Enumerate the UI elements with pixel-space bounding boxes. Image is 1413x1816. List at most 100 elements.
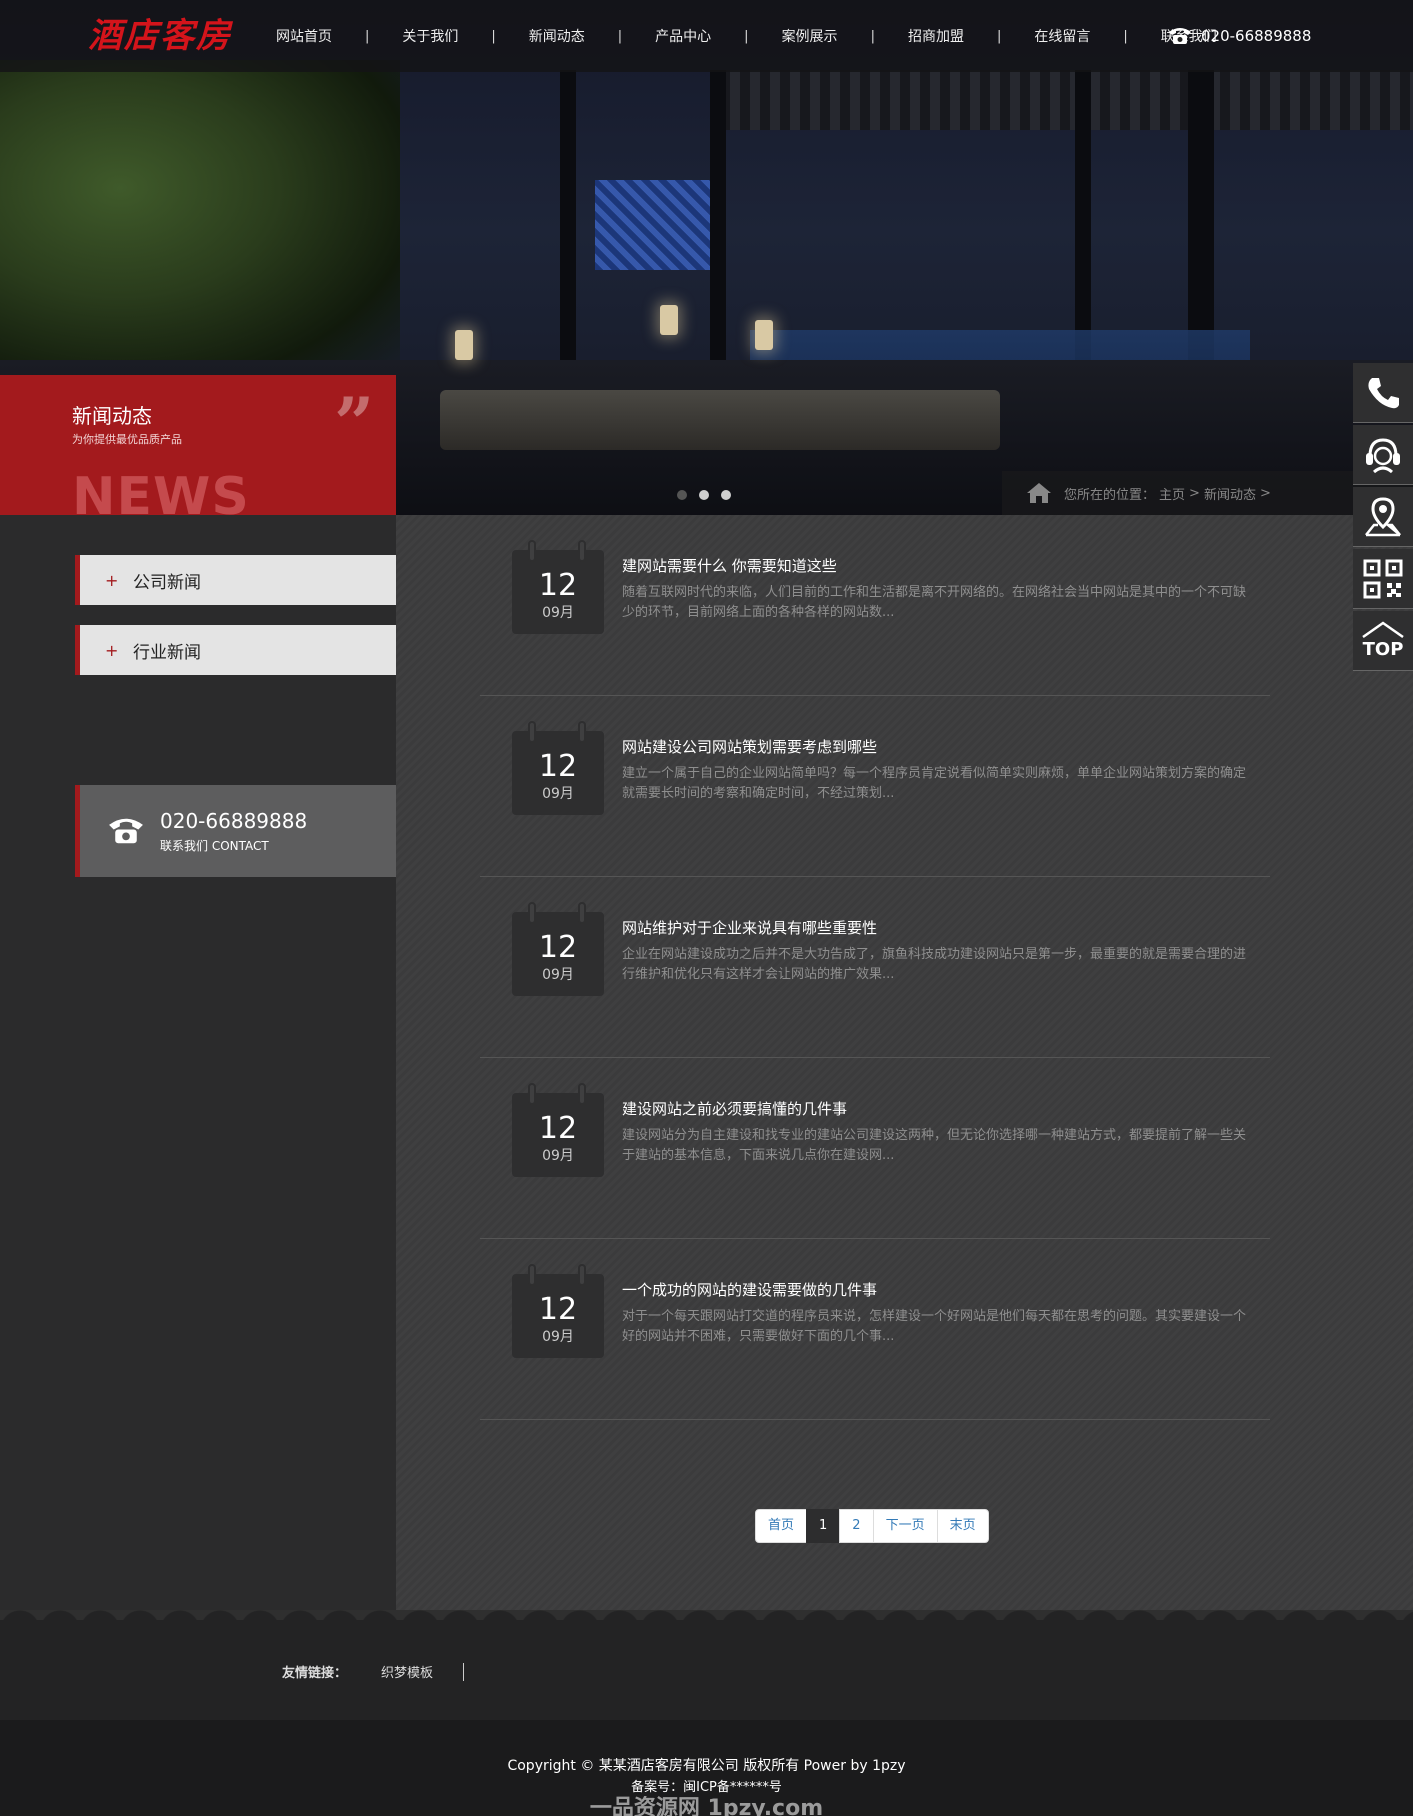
calendar-ring [528, 1264, 536, 1286]
telephone-icon [109, 818, 143, 844]
footer: Copyright © 某某酒店客房有限公司 版权所有 Power by 1pz… [0, 1720, 1413, 1816]
page-number-button[interactable]: 1 [806, 1509, 841, 1543]
page-number-button[interactable]: 2 [839, 1509, 874, 1543]
breadcrumb-home[interactable]: 主页 [1159, 484, 1185, 503]
nav-separator: | [870, 28, 875, 44]
sidebar-item-company-news[interactable]: + 公司新闻 [75, 555, 396, 605]
news-title[interactable]: 网站维护对于企业来说具有哪些重要性 [622, 917, 877, 938]
calendar-ring [528, 902, 536, 924]
watermark: 一品资源网 1pzy.com [589, 1796, 824, 1816]
copyright: Copyright © 某某酒店客房有限公司 版权所有 Power by 1pz… [507, 1758, 906, 1774]
category-en-title: NEWS [72, 467, 250, 515]
friend-link[interactable]: 织梦模板 [381, 1662, 433, 1681]
page-first-button[interactable]: 首页 [755, 1509, 808, 1543]
site-logo[interactable]: 酒店客房 [88, 14, 232, 58]
nav-separator: | [996, 28, 1002, 44]
nav-item-news[interactable]: 新闻动态 [518, 26, 596, 46]
date-day: 12 [538, 568, 578, 603]
calendar-ring [578, 721, 586, 743]
nav-item-franchise[interactable]: 招商加盟 [897, 26, 975, 46]
slider-dot[interactable] [699, 490, 709, 500]
calendar-ring [578, 540, 586, 562]
breadcrumb-separator: > [1189, 485, 1200, 501]
date-day: 12 [538, 749, 578, 784]
calendar-ring [578, 1264, 586, 1286]
banner-pillar [710, 70, 726, 400]
contact-box: 020-66889888 联系我们 CONTACT [75, 785, 396, 877]
header-phone: 020-66889888 [1167, 22, 1311, 50]
news-title[interactable]: 建设网站之前必须要搞懂的几件事 [622, 1098, 847, 1119]
side-service-button[interactable] [1353, 425, 1413, 485]
date-month: 09月 [542, 786, 574, 802]
list-item: 12 09月 网站建设公司网站策划需要考虑到哪些 建立一个属于自己的企业网站简单… [480, 696, 1270, 877]
nav-item-cases[interactable]: 案例展示 [771, 26, 849, 46]
header-phone-number: 020-66889888 [1201, 27, 1312, 45]
sidebar-item-industry-news[interactable]: + 行业新闻 [75, 625, 396, 675]
slider-dot[interactable] [677, 490, 687, 500]
breadcrumb-separator: > [1259, 485, 1271, 501]
home-icon [1027, 483, 1051, 503]
news-title[interactable]: 网站建设公司网站策划需要考虑到哪些 [622, 736, 877, 757]
main-nav: 网站首页 | 关于我们 | 新闻动态 | 产品中心 | 案例展示 | 招商加盟 … [265, 22, 1228, 50]
news-title[interactable]: 一个成功的网站的建设需要做的几件事 [622, 1279, 877, 1300]
date-month: 09月 [542, 1148, 574, 1164]
date-month: 09月 [542, 1329, 574, 1345]
news-list: 12 09月 建网站需要什么 你需要知道这些 随着互联网时代的来临，人们目前的工… [396, 515, 1413, 1610]
date-badge: 12 09月 [512, 540, 604, 634]
friend-links: 友情链接： 织梦模板 [282, 1662, 465, 1681]
date-month: 09月 [542, 967, 574, 983]
banner-lamp [755, 320, 773, 350]
banner-roof [720, 70, 1413, 130]
nav-item-message[interactable]: 在线留言 [1023, 26, 1101, 46]
nav-separator: | [491, 28, 496, 44]
list-item: 12 09月 网站维护对于企业来说具有哪些重要性 企业在网站建设成功之后并不是大… [480, 877, 1270, 1058]
banner-sofa [440, 390, 1000, 450]
breadcrumb-current[interactable]: 新闻动态 [1204, 484, 1256, 503]
calendar-ring [578, 1083, 586, 1105]
list-item: 12 09月 一个成功的网站的建设需要做的几件事 对于一个每天跟网站打交道的程序… [480, 1239, 1270, 1420]
nav-item-products[interactable]: 产品中心 [644, 26, 722, 46]
news-summary: 建设网站分为自主建设和找专业的建站公司建设这两种，但无论你选择哪一种建站方式，都… [622, 1128, 1247, 1163]
news-summary: 企业在网站建设成功之后并不是大功告成了，旗鱼科技成功建设网站只是第一步，最重要的… [622, 947, 1247, 982]
breadcrumb: 您所在的位置： 主页 > 新闻动态 > [1002, 471, 1413, 515]
back-to-top-icon [1362, 621, 1404, 639]
back-to-top-button[interactable]: TOP [1353, 611, 1413, 671]
date-badge: 12 09月 [512, 1083, 604, 1177]
page-last-button[interactable]: 末页 [936, 1509, 989, 1543]
quote-mark: ” [334, 382, 375, 465]
date-day: 12 [538, 1292, 578, 1327]
customer-service-icon [1366, 437, 1400, 473]
news-title[interactable]: 建网站需要什么 你需要知道这些 [622, 555, 837, 576]
date-badge: 12 09月 [512, 902, 604, 996]
contact-label: 联系我们 CONTACT [160, 839, 269, 853]
footer-links-area: 友情链接： 织梦模板 [0, 1620, 1413, 1720]
nav-separator: | [744, 28, 749, 44]
site-header: 酒店客房 网站首页 | 关于我们 | 新闻动态 | 产品中心 | 案例展示 | … [0, 0, 1413, 72]
qrcode-icon [1363, 559, 1403, 598]
telephone-icon [1169, 28, 1191, 44]
nav-separator: | [617, 28, 623, 44]
banner-lamp [455, 330, 473, 360]
date-month: 09月 [542, 605, 574, 621]
news-summary: 对于一个每天跟网站打交道的程序员来说，怎样建设一个好网站是他们每天都在思考的问题… [622, 1309, 1247, 1344]
news-summary: 建立一个属于自己的企业网站简单吗？每一个程序员肯定说看似简单实则麻烦，单单企业网… [622, 766, 1247, 801]
sidebar: + 公司新闻 + 行业新闻 020-66889888 联系我们 CONTACT [0, 515, 396, 1610]
nav-item-home[interactable]: 网站首页 [265, 26, 343, 46]
calendar-ring [528, 1083, 536, 1105]
side-phone-button[interactable] [1353, 363, 1413, 423]
banner-foliage [0, 60, 400, 380]
banner-pillar [560, 70, 576, 400]
date-badge: 12 09月 [512, 721, 604, 815]
side-qrcode-button[interactable] [1353, 549, 1413, 609]
sidebar-item-label: 行业新闻 [133, 642, 201, 663]
breadcrumb-prefix: 您所在的位置： [1064, 487, 1156, 503]
slider-dot[interactable] [721, 490, 731, 500]
category-banner: 新闻动态 为你提供最优品质产品 ” NEWS [0, 375, 396, 515]
plus-icon: + [105, 640, 119, 660]
category-title: 新闻动态 [72, 404, 152, 428]
side-location-button[interactable] [1353, 487, 1413, 547]
date-day: 12 [538, 930, 578, 965]
page-next-button[interactable]: 下一页 [872, 1509, 938, 1543]
list-item: 12 09月 建网站需要什么 你需要知道这些 随着互联网时代的来临，人们目前的工… [480, 515, 1270, 696]
nav-item-about[interactable]: 关于我们 [391, 26, 469, 46]
